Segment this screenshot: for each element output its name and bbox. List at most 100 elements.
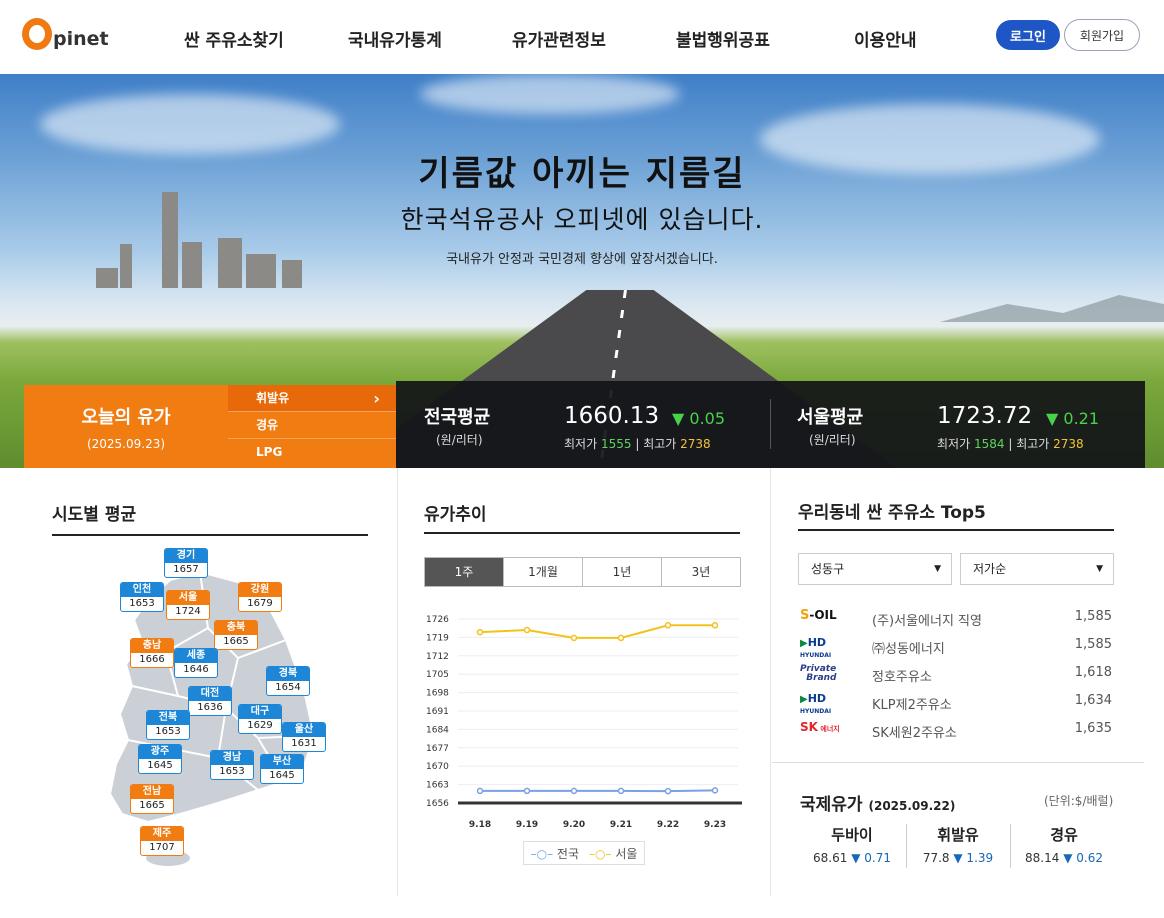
- station-price: 1,635: [1074, 721, 1112, 736]
- region-price: 1657: [173, 564, 199, 575]
- data-point[interactable]: [523, 787, 531, 795]
- nav-guide[interactable]: 이용안내: [854, 26, 917, 51]
- legend-seoul[interactable]: –○– 서울: [589, 845, 637, 862]
- data-point[interactable]: [664, 787, 672, 795]
- y-tick-label: 1705: [426, 670, 449, 680]
- region-marker[interactable]: 부산 1645: [260, 754, 304, 784]
- panel-divider: [397, 468, 398, 896]
- korea-map: [108, 570, 316, 866]
- nav-price-info[interactable]: 유가관련정보: [512, 26, 606, 51]
- data-point[interactable]: [476, 787, 484, 795]
- fuel-tabs: 휘발유 › 경유 LPG: [228, 385, 396, 468]
- intl-gasoline: 휘발유 77.8 ▼ 1.39: [906, 824, 1010, 865]
- station-row[interactable]: ▶HD HYUNDAI ㈜성동에너지 1,585: [800, 634, 1114, 660]
- nav-cheap-station[interactable]: 싼 주유소찾기: [184, 26, 284, 51]
- today-date: (2025.09.23): [86, 437, 166, 451]
- region-price: 1653: [129, 598, 155, 609]
- region-marker[interactable]: 세종 1646: [174, 648, 218, 678]
- region-marker[interactable]: 경기 1657: [164, 548, 208, 578]
- national-max: 2738: [680, 437, 711, 451]
- data-point[interactable]: [664, 622, 672, 629]
- station-name: KLP제2주유소: [872, 698, 952, 713]
- seoul-avg-value: 1723.72: [937, 403, 1033, 429]
- series-line: [480, 789, 716, 793]
- y-tick-label: 1726: [426, 615, 449, 625]
- region-marker[interactable]: 충남 1666: [130, 638, 174, 668]
- station-price: 1,585: [1074, 637, 1112, 652]
- region-marker[interactable]: 제주 1707: [140, 826, 184, 856]
- region-marker[interactable]: 강원 1679: [238, 582, 282, 612]
- s-oil-logo: S-OIL: [800, 608, 837, 623]
- region-marker[interactable]: 경북 1654: [266, 666, 310, 696]
- x-tick-label: 9.18: [469, 820, 491, 830]
- login-button[interactable]: 로그인: [996, 20, 1060, 50]
- hero-subtitle: 한국석유공사 오피넷에 있습니다.: [400, 205, 764, 234]
- region-name: 경북: [267, 667, 309, 681]
- region-name: 부산: [261, 755, 303, 769]
- nav-illegal-disclosure[interactable]: 불법행위공표: [676, 26, 770, 51]
- station-price: 1,634: [1074, 693, 1112, 708]
- region-marker[interactable]: 대구 1629: [238, 704, 282, 734]
- district-select[interactable]: 성동구 ▼: [798, 553, 952, 585]
- tab-diesel[interactable]: 경유: [228, 412, 396, 439]
- region-marker[interactable]: 전북 1653: [146, 710, 190, 740]
- y-tick-label: 1691: [426, 707, 449, 717]
- region-price: 1679: [247, 598, 273, 609]
- sort-select[interactable]: 저가순 ▼: [960, 553, 1114, 585]
- caret-down-icon: ▼: [1096, 564, 1103, 574]
- separator: |: [635, 437, 644, 451]
- opinet-logo[interactable]: pinet: [22, 18, 109, 50]
- data-point[interactable]: [617, 634, 625, 642]
- intl-item-name: 휘발유: [937, 826, 979, 844]
- station-row[interactable]: ▶HD HYUNDAI KLP제2주유소 1,634: [800, 690, 1114, 716]
- tab-1year[interactable]: 1년: [583, 558, 662, 586]
- region-marker[interactable]: 전남 1665: [130, 784, 174, 814]
- max-label: 최고가: [1016, 437, 1050, 451]
- tab-1month[interactable]: 1개월: [504, 558, 583, 586]
- intl-item-change: ▼ 0.62: [1063, 851, 1103, 865]
- station-row[interactable]: Private Brand 정호주유소 1,618: [800, 662, 1114, 688]
- data-point[interactable]: [711, 622, 719, 629]
- legend-national[interactable]: –○– 전국: [531, 845, 579, 862]
- national-unit: (원/리터): [436, 433, 483, 447]
- y-tick-label: 1656: [426, 799, 449, 809]
- region-name: 대구: [239, 705, 281, 719]
- legend-seoul-label: 서울: [615, 846, 638, 861]
- data-point[interactable]: [570, 634, 578, 642]
- nav-domestic-stats[interactable]: 국내유가통계: [348, 26, 442, 51]
- region-marker[interactable]: 인천 1653: [120, 582, 164, 612]
- x-tick-label: 9.23: [704, 820, 726, 830]
- district-value: 성동구: [811, 562, 845, 576]
- tab-3year[interactable]: 3년: [662, 558, 740, 586]
- data-point[interactable]: [570, 787, 578, 795]
- region-marker[interactable]: 울산 1631: [282, 722, 326, 752]
- region-name: 광주: [139, 745, 181, 759]
- region-marker[interactable]: 대전 1636: [188, 686, 232, 716]
- seoul-unit: (원/리터): [809, 433, 856, 447]
- region-name: 세종: [175, 649, 217, 663]
- station-name: (주)서울에너지 직영: [872, 614, 982, 629]
- national-avg-value: 1660.13: [564, 403, 660, 429]
- data-point[interactable]: [711, 787, 719, 794]
- tab-gasoline-label: 휘발유: [256, 391, 290, 405]
- data-point[interactable]: [523, 626, 531, 634]
- logo-text: pinet: [53, 28, 109, 50]
- station-price: 1,618: [1074, 665, 1112, 680]
- tab-1week[interactable]: 1주: [425, 558, 504, 586]
- today-price-box: 오늘의 유가 (2025.09.23): [24, 385, 228, 468]
- national-min: 1555: [600, 437, 632, 451]
- region-marker[interactable]: 경남 1653: [210, 750, 254, 780]
- join-button[interactable]: 회원가입: [1064, 19, 1140, 51]
- region-marker[interactable]: 광주 1645: [138, 744, 182, 774]
- y-tick-label: 1698: [426, 689, 449, 699]
- tab-gasoline[interactable]: 휘발유 ›: [228, 385, 396, 412]
- seoul-min: 1584: [973, 437, 1005, 451]
- station-row[interactable]: S-OIL (주)서울에너지 직영 1,585: [800, 606, 1114, 632]
- station-row[interactable]: SK 에너지 SK세원2주유소 1,635: [800, 718, 1114, 744]
- region-marker[interactable]: 서울 1724: [166, 590, 210, 620]
- region-marker[interactable]: 충북 1665: [214, 620, 258, 650]
- y-tick-label: 1663: [426, 781, 449, 791]
- tab-lpg[interactable]: LPG: [228, 439, 396, 466]
- data-point[interactable]: [476, 628, 484, 636]
- data-point[interactable]: [617, 787, 625, 795]
